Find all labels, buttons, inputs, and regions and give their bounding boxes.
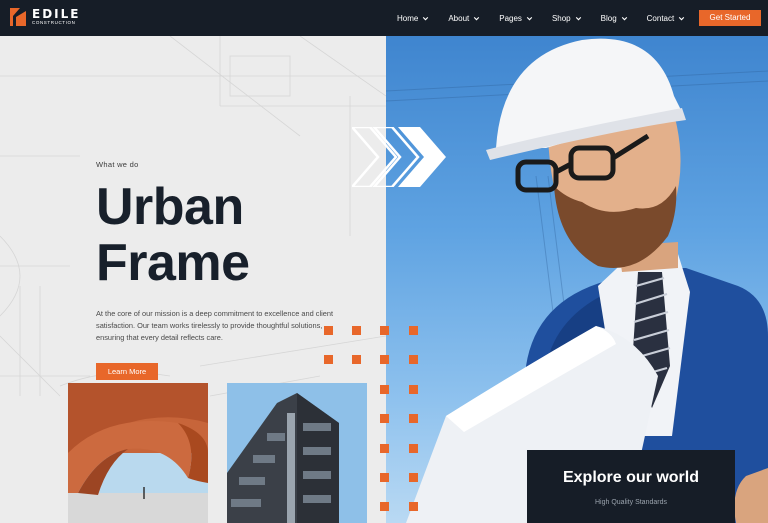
arch-sculpture-image bbox=[68, 383, 208, 523]
chevron-down-icon bbox=[473, 15, 480, 22]
dot bbox=[324, 326, 333, 335]
dot bbox=[409, 326, 418, 335]
dot bbox=[324, 355, 333, 364]
dot bbox=[409, 444, 418, 453]
brand-logo[interactable]: EDILE CONSTRUCTION bbox=[10, 8, 80, 26]
dot bbox=[380, 326, 389, 335]
dot bbox=[380, 473, 389, 482]
hero-eyebrow: What we do bbox=[96, 160, 139, 169]
nav-item-label: About bbox=[448, 13, 470, 23]
dot bbox=[380, 414, 389, 423]
nav-item-pages[interactable]: Pages bbox=[499, 0, 533, 36]
get-started-button[interactable]: Get Started bbox=[699, 10, 761, 26]
chevron-arrows-icon bbox=[352, 127, 446, 187]
explore-title: Explore our world bbox=[562, 469, 699, 486]
nav-item-label: Pages bbox=[499, 13, 522, 23]
project-card-arch[interactable] bbox=[68, 383, 208, 523]
chevron-down-icon bbox=[422, 15, 429, 22]
dot bbox=[409, 385, 418, 394]
chevron-down-icon bbox=[575, 15, 582, 22]
site-header: EDILE CONSTRUCTION Home About Pages Shop… bbox=[0, 0, 768, 36]
nav-item-home[interactable]: Home bbox=[397, 0, 429, 36]
dot bbox=[380, 355, 389, 364]
main-nav: Home About Pages Shop Blog Contact bbox=[386, 0, 685, 36]
nav-item-label: Home bbox=[397, 13, 419, 23]
dot bbox=[409, 502, 418, 511]
hero-title-line-1: Urban bbox=[96, 178, 244, 236]
nav-item-shop[interactable]: Shop bbox=[552, 0, 582, 36]
hero-title: Urban Frame bbox=[96, 179, 250, 291]
explore-subtitle: High Quality Standards bbox=[595, 499, 667, 506]
dot bbox=[380, 444, 389, 453]
nav-item-blog[interactable]: Blog bbox=[601, 0, 628, 36]
nav-item-label: Contact bbox=[646, 13, 675, 23]
hero-title-line-2: Frame bbox=[96, 234, 250, 292]
explore-panel[interactable]: Explore our world High Quality Standards bbox=[527, 450, 735, 523]
brand-tagline: CONSTRUCTION bbox=[32, 20, 76, 26]
chevron-down-icon bbox=[678, 15, 685, 22]
nav-item-label: Blog bbox=[600, 13, 617, 23]
learn-more-button[interactable]: Learn More bbox=[96, 363, 158, 380]
chevron-down-icon bbox=[621, 15, 628, 22]
dot bbox=[409, 414, 418, 423]
nav-item-label: Shop bbox=[551, 13, 571, 23]
dot bbox=[409, 355, 418, 364]
dot bbox=[380, 385, 389, 394]
chevron-down-icon bbox=[526, 15, 533, 22]
nav-item-about[interactable]: About bbox=[448, 0, 480, 36]
project-card-building[interactable] bbox=[227, 383, 367, 523]
dot bbox=[380, 502, 389, 511]
modern-building-image bbox=[227, 383, 367, 523]
hero-description: At the core of our mission is a deep com… bbox=[96, 309, 334, 343]
brand-name: EDILE bbox=[32, 7, 81, 22]
dot bbox=[409, 473, 418, 482]
nav-item-contact[interactable]: Contact bbox=[647, 0, 686, 36]
dot bbox=[352, 326, 361, 335]
logo-mark-icon bbox=[10, 8, 26, 26]
dot bbox=[352, 355, 361, 364]
